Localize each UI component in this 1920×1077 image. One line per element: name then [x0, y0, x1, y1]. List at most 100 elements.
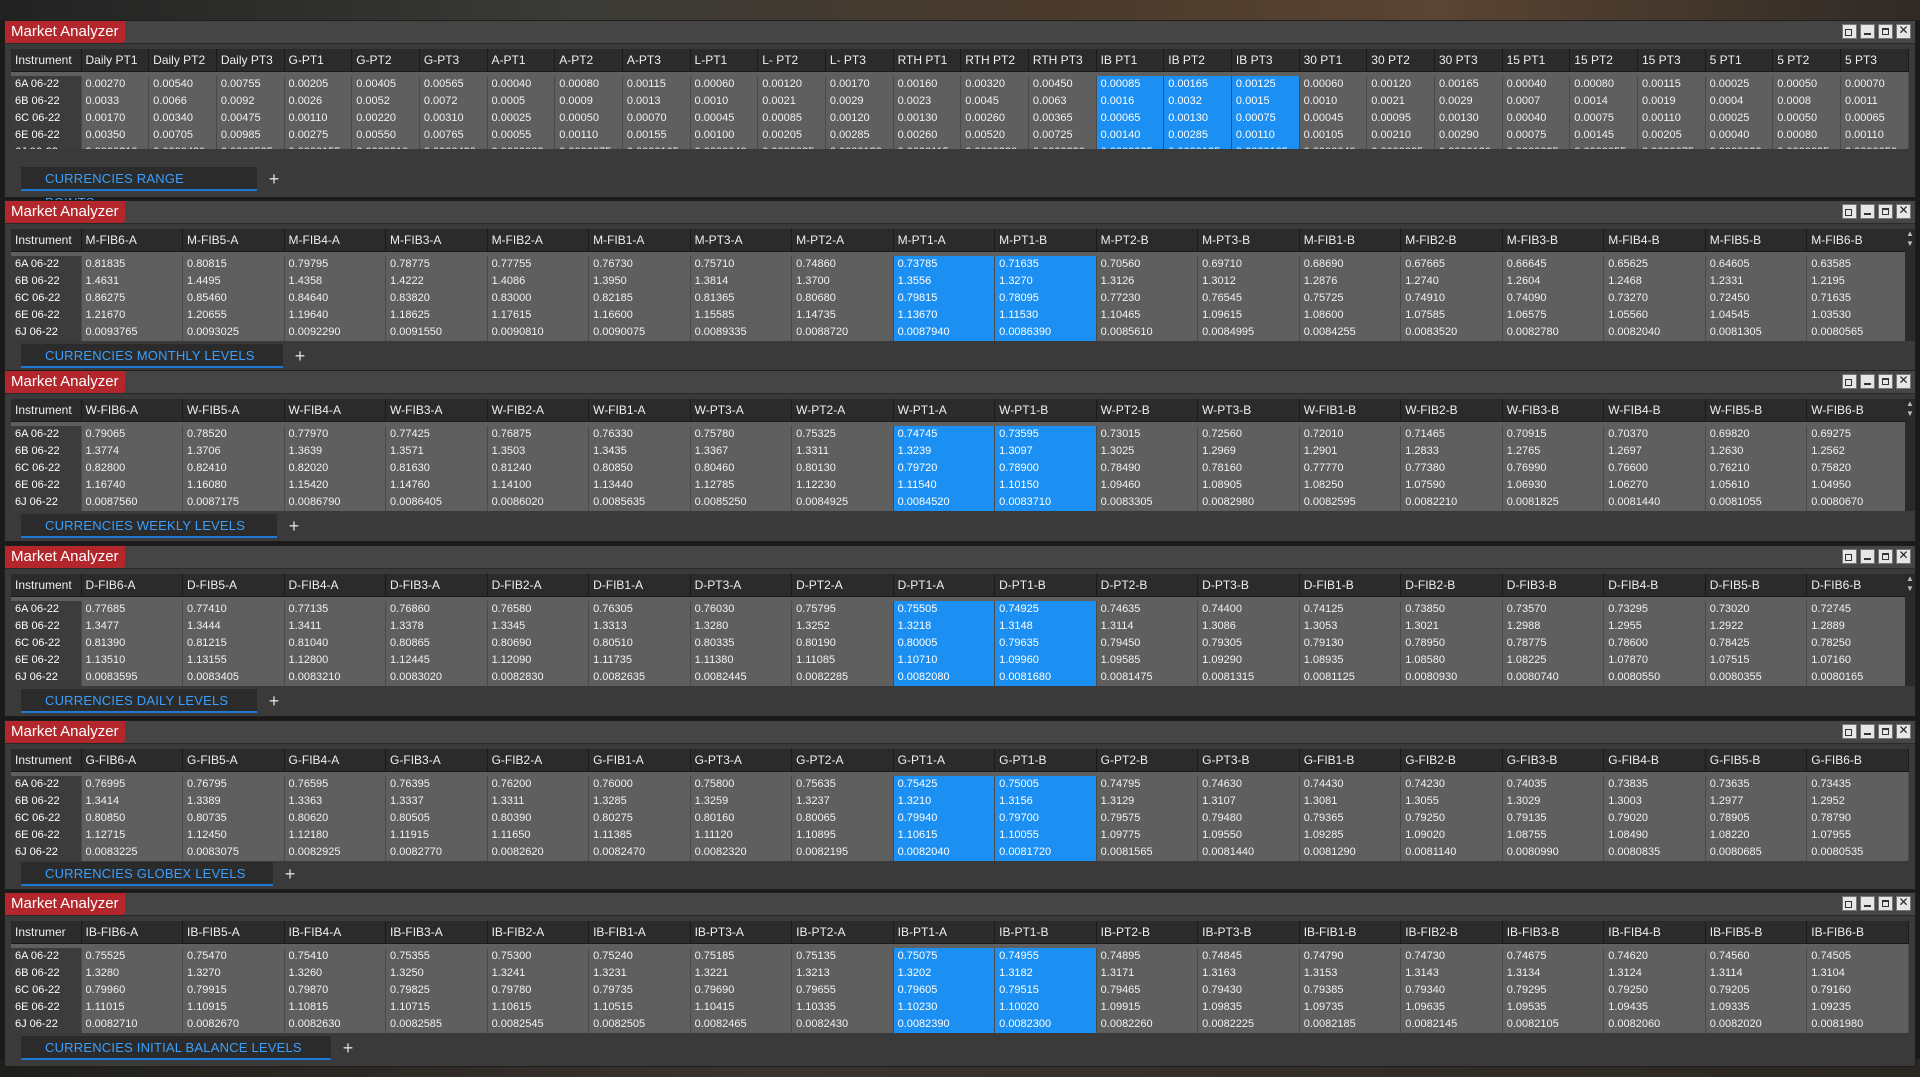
add-tab-icon[interactable]: +: [263, 168, 285, 190]
value-cell[interactable]: 1.2468: [1603, 273, 1706, 290]
value-cell[interactable]: 1.10465: [1096, 307, 1199, 324]
value-cell[interactable]: 1.2876: [1299, 273, 1402, 290]
value-cell[interactable]: 1.06930: [1502, 477, 1605, 494]
maximize-icon[interactable]: [1878, 724, 1893, 739]
value-cell[interactable]: 1.11915: [385, 827, 488, 844]
column-header-instrument[interactable]: Instrument: [11, 229, 82, 252]
value-cell[interactable]: 1.3259: [690, 793, 793, 810]
value-cell[interactable]: 0.81215: [182, 635, 285, 652]
value-cell[interactable]: 0.80815: [182, 256, 285, 273]
table-row[interactable]: 6A 06-22 0.77685 0.77410 0.77135 0.76860 0.76…: [11, 601, 1909, 618]
value-cell[interactable]: 1.07515: [1705, 652, 1808, 669]
value-cell[interactable]: 0.0010: [690, 93, 759, 110]
value-cell[interactable]: 0.73785: [893, 256, 996, 273]
value-cell[interactable]: 1.2977: [1705, 793, 1808, 810]
column-header[interactable]: D-FIB6-A: [81, 574, 184, 597]
instrument-cell[interactable]: 6B 06-22: [11, 93, 82, 110]
window-titlebar[interactable]: Market Analyzer: [5, 893, 1915, 916]
value-cell[interactable]: 1.09775: [1096, 827, 1199, 844]
value-cell[interactable]: 1.2969: [1197, 443, 1300, 460]
value-cell[interactable]: 0.80680: [791, 290, 894, 307]
value-cell[interactable]: 1.14735: [791, 307, 894, 324]
value-cell[interactable]: 1.3700: [791, 273, 894, 290]
column-header[interactable]: M-FIB4-A: [284, 229, 387, 252]
value-cell[interactable]: 1.12180: [284, 827, 387, 844]
column-header[interactable]: D-FIB4-B: [1603, 574, 1706, 597]
value-cell[interactable]: 1.11380: [690, 652, 793, 669]
value-cell[interactable]: 0.0000040: [690, 144, 759, 149]
value-cell[interactable]: 0.77380: [1400, 460, 1503, 477]
value-cell[interactable]: 0.81835: [81, 256, 184, 273]
column-header[interactable]: M-FIB3-B: [1502, 229, 1605, 252]
value-cell[interactable]: 0.0082060: [1603, 1016, 1706, 1033]
value-cell[interactable]: 0.79655: [791, 982, 894, 999]
add-tab-icon[interactable]: +: [283, 515, 305, 537]
value-cell[interactable]: 0.0084255: [1299, 324, 1402, 341]
value-cell[interactable]: 1.2952: [1806, 793, 1909, 810]
value-cell[interactable]: 0.00755: [216, 76, 285, 93]
value-cell[interactable]: 0.00130: [1163, 110, 1232, 127]
value-cell[interactable]: 1.10515: [588, 999, 691, 1016]
value-cell[interactable]: 0.79250: [1400, 810, 1503, 827]
value-cell[interactable]: 0.74955: [994, 948, 1097, 965]
restore-icon[interactable]: [1842, 24, 1857, 39]
value-cell[interactable]: 1.16740: [81, 477, 184, 494]
value-cell[interactable]: 0.0082260: [1096, 1016, 1199, 1033]
column-header[interactable]: W-FIB6-A: [81, 399, 184, 422]
instrument-cell[interactable]: 6E 06-22: [11, 307, 82, 324]
value-cell[interactable]: 1.10895: [791, 827, 894, 844]
column-header[interactable]: 15 PT3: [1637, 49, 1706, 72]
value-cell[interactable]: 0.00025: [1705, 76, 1774, 93]
value-cell[interactable]: 1.12785: [690, 477, 793, 494]
column-header-instrument[interactable]: Instrumer: [11, 921, 82, 944]
value-cell[interactable]: 1.10615: [893, 827, 996, 844]
column-header[interactable]: G-FIB6-A: [81, 749, 184, 772]
value-cell[interactable]: 0.00205: [757, 127, 826, 144]
value-cell[interactable]: 0.73295: [1603, 601, 1706, 618]
value-cell[interactable]: 0.79515: [994, 982, 1097, 999]
value-cell[interactable]: 1.2955: [1603, 618, 1706, 635]
value-cell[interactable]: 0.0080565: [1806, 324, 1909, 341]
value-cell[interactable]: 0.79250: [1603, 982, 1706, 999]
value-cell[interactable]: 1.12450: [182, 827, 285, 844]
value-cell[interactable]: 0.79690: [690, 982, 793, 999]
instrument-cell[interactable]: 6A 06-22: [11, 426, 82, 443]
value-cell[interactable]: 0.0081565: [1096, 844, 1199, 861]
value-cell[interactable]: 0.76860: [385, 601, 488, 618]
value-cell[interactable]: 0.0081125: [1299, 669, 1402, 686]
value-cell[interactable]: 0.0082830: [487, 669, 590, 686]
value-cell[interactable]: 0.0072: [419, 93, 488, 110]
table-row[interactable]: 6C 06-22 0.00170 0.00340 0.00475 0.00110 0.00…: [11, 110, 1909, 127]
value-cell[interactable]: 0.74620: [1603, 948, 1706, 965]
column-header[interactable]: W-FIB5-A: [182, 399, 285, 422]
value-cell[interactable]: 1.3311: [487, 793, 590, 810]
value-cell[interactable]: 1.2988: [1502, 618, 1605, 635]
value-cell[interactable]: 0.73850: [1400, 601, 1503, 618]
value-cell[interactable]: 0.82185: [588, 290, 691, 307]
column-header[interactable]: D-FIB2-A: [487, 574, 590, 597]
value-cell[interactable]: 0.0083075: [182, 844, 285, 861]
value-cell[interactable]: 0.68690: [1299, 256, 1402, 273]
instrument-cell[interactable]: 6C 06-22: [11, 290, 82, 307]
value-cell[interactable]: 1.08250: [1299, 477, 1402, 494]
value-cell[interactable]: 0.80065: [791, 810, 894, 827]
instrument-cell[interactable]: 6A 06-22: [11, 601, 82, 618]
value-cell[interactable]: 1.3571: [385, 443, 488, 460]
column-header[interactable]: D-FIB5-B: [1705, 574, 1808, 597]
value-cell[interactable]: 0.00085: [1096, 76, 1165, 93]
column-header[interactable]: M-FIB2-A: [487, 229, 590, 252]
instrument-cell[interactable]: 6A 06-22: [11, 948, 82, 965]
value-cell[interactable]: 1.3086: [1197, 618, 1300, 635]
value-cell[interactable]: 0.84640: [284, 290, 387, 307]
value-cell[interactable]: 1.3367: [690, 443, 793, 460]
column-header[interactable]: G-FIB6-B: [1806, 749, 1909, 772]
value-cell[interactable]: 0.00080: [1772, 127, 1841, 144]
value-cell[interactable]: 1.3114: [1096, 618, 1199, 635]
value-cell[interactable]: 0.0082210: [1400, 494, 1503, 511]
value-cell[interactable]: 0.00170: [81, 110, 150, 127]
value-cell[interactable]: 0.77685: [81, 601, 184, 618]
value-cell[interactable]: 0.78905: [1705, 810, 1808, 827]
value-cell[interactable]: 0.0088720: [791, 324, 894, 341]
value-cell[interactable]: 1.3706: [182, 443, 285, 460]
value-cell[interactable]: 0.00125: [1231, 76, 1300, 93]
